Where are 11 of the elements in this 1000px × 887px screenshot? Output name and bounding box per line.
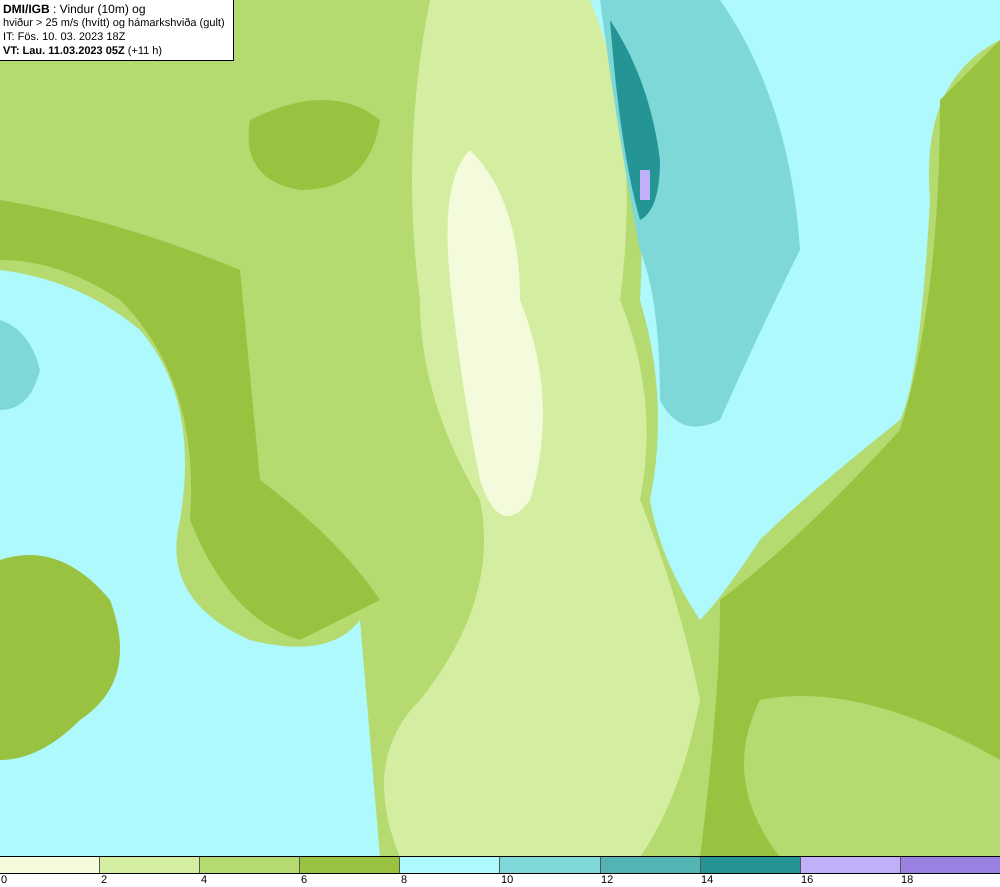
map-title-text: DMI/IGB : Vindur (10m) og hviður > 25 m/s (hvítt) og hámarkshviða (gult) IT: Fös. 10. 03. 2023 18Z VT: Lau. 11.03.2023 05Z (+11 h) bbox=[0, 0, 234, 61]
scale-tick-label: 2 bbox=[101, 874, 108, 886]
scale-tick-label: 8 bbox=[401, 874, 408, 886]
scale-tick-label: 12 bbox=[601, 874, 614, 886]
scale-tick-label: 10 bbox=[501, 874, 514, 886]
scale-tick-label: 0 bbox=[1, 874, 8, 886]
scale-tick-label: 16 bbox=[801, 874, 814, 886]
scale-tick-label: 18 bbox=[901, 874, 914, 886]
scale-tick-label: 14 bbox=[701, 874, 714, 886]
scale-tick-label: 6 bbox=[301, 874, 308, 886]
scale-tick-label: 4 bbox=[201, 874, 208, 886]
